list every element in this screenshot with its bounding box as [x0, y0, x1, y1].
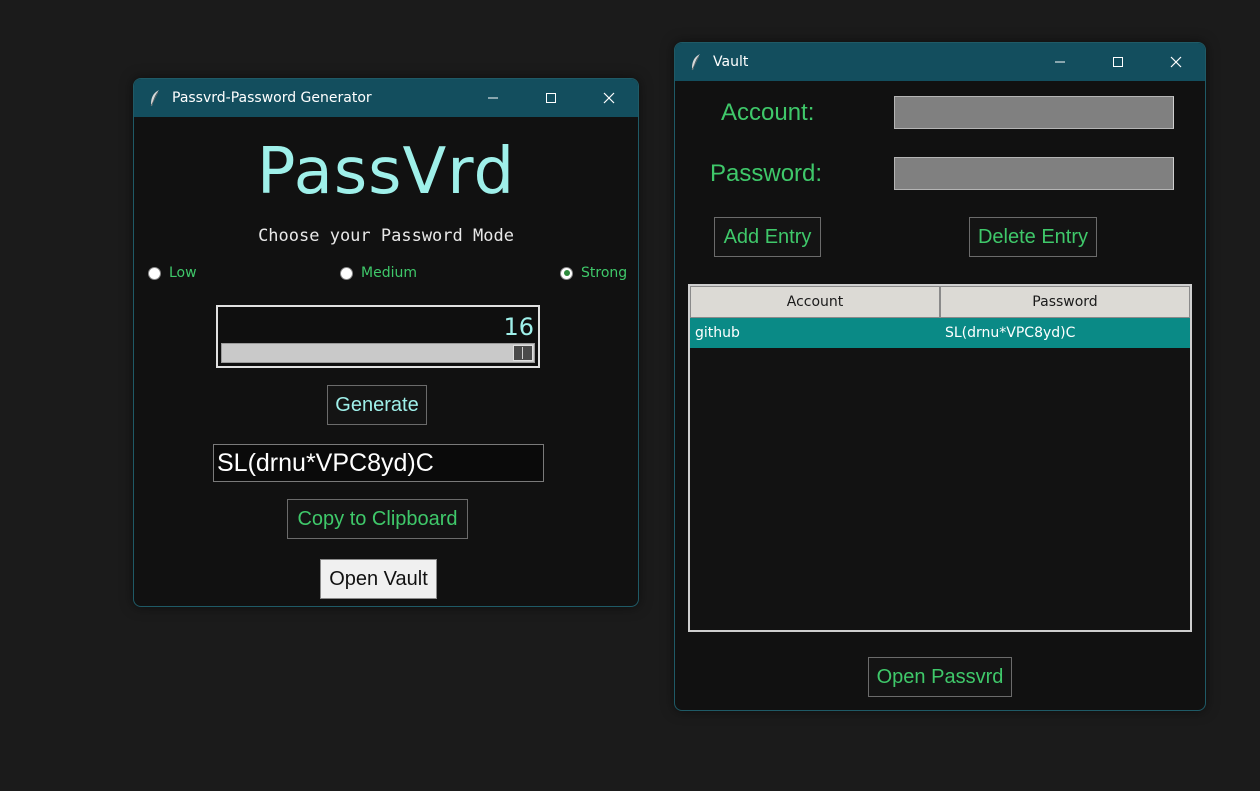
radio-indicator[interactable]	[148, 266, 161, 280]
radio-medium[interactable]: Medium	[340, 265, 417, 281]
generator-window: Passvrd-Password Generator PassVrd Choos…	[133, 78, 639, 607]
minimize-icon[interactable]	[464, 79, 522, 117]
vault-table[interactable]: Account Password github SL(drnu*VPC8yd)C	[688, 284, 1192, 632]
password-output[interactable]: SL(drnu*VPC8yd)C	[213, 444, 544, 482]
cell-password: SL(drnu*VPC8yd)C	[945, 325, 1076, 341]
window-title: Vault	[713, 54, 749, 70]
account-input[interactable]	[894, 96, 1174, 129]
mode-heading: Choose your Password Mode	[258, 226, 514, 246]
delete-entry-button[interactable]: Delete Entry	[969, 217, 1097, 257]
radio-low[interactable]: Low	[148, 265, 197, 281]
length-slider[interactable]: 16	[216, 305, 540, 368]
window-title: Passvrd-Password Generator	[172, 90, 372, 106]
add-entry-button[interactable]: Add Entry	[714, 217, 821, 257]
feather-icon	[146, 89, 164, 107]
app-logo: PassVrd	[256, 135, 516, 209]
radio-indicator[interactable]	[560, 266, 573, 280]
column-header-password[interactable]: Password	[940, 286, 1190, 318]
copy-button[interactable]: Copy to Clipboard	[287, 499, 468, 539]
generator-titlebar[interactable]: Passvrd-Password Generator	[134, 79, 638, 117]
generate-button[interactable]: Generate	[327, 385, 427, 425]
slider-thumb[interactable]	[513, 345, 533, 361]
radio-indicator[interactable]	[340, 266, 353, 280]
radio-label: Medium	[361, 265, 417, 281]
password-label: Password:	[710, 160, 823, 187]
close-icon[interactable]	[580, 79, 638, 117]
vault-titlebar[interactable]: Vault	[675, 43, 1205, 81]
radio-strong[interactable]: Strong	[560, 265, 627, 281]
cell-account: github	[695, 325, 740, 341]
vault-window: Vault Account: Password: Add Entry Delet…	[674, 42, 1206, 711]
open-passvrd-button[interactable]: Open Passvrd	[868, 657, 1012, 697]
feather-icon	[687, 53, 705, 71]
radio-label: Low	[169, 265, 197, 281]
radio-label: Strong	[581, 265, 628, 281]
close-icon[interactable]	[1147, 43, 1205, 81]
maximize-icon[interactable]	[1089, 43, 1147, 81]
account-label: Account:	[721, 99, 815, 126]
table-row[interactable]: github SL(drnu*VPC8yd)C	[690, 318, 1190, 348]
slider-trough[interactable]	[221, 343, 535, 363]
password-input[interactable]	[894, 157, 1174, 190]
open-vault-button[interactable]: Open Vault	[320, 559, 437, 599]
maximize-icon[interactable]	[522, 79, 580, 117]
minimize-icon[interactable]	[1031, 43, 1089, 81]
column-header-account[interactable]: Account	[690, 286, 940, 318]
length-value: 16	[503, 313, 534, 341]
